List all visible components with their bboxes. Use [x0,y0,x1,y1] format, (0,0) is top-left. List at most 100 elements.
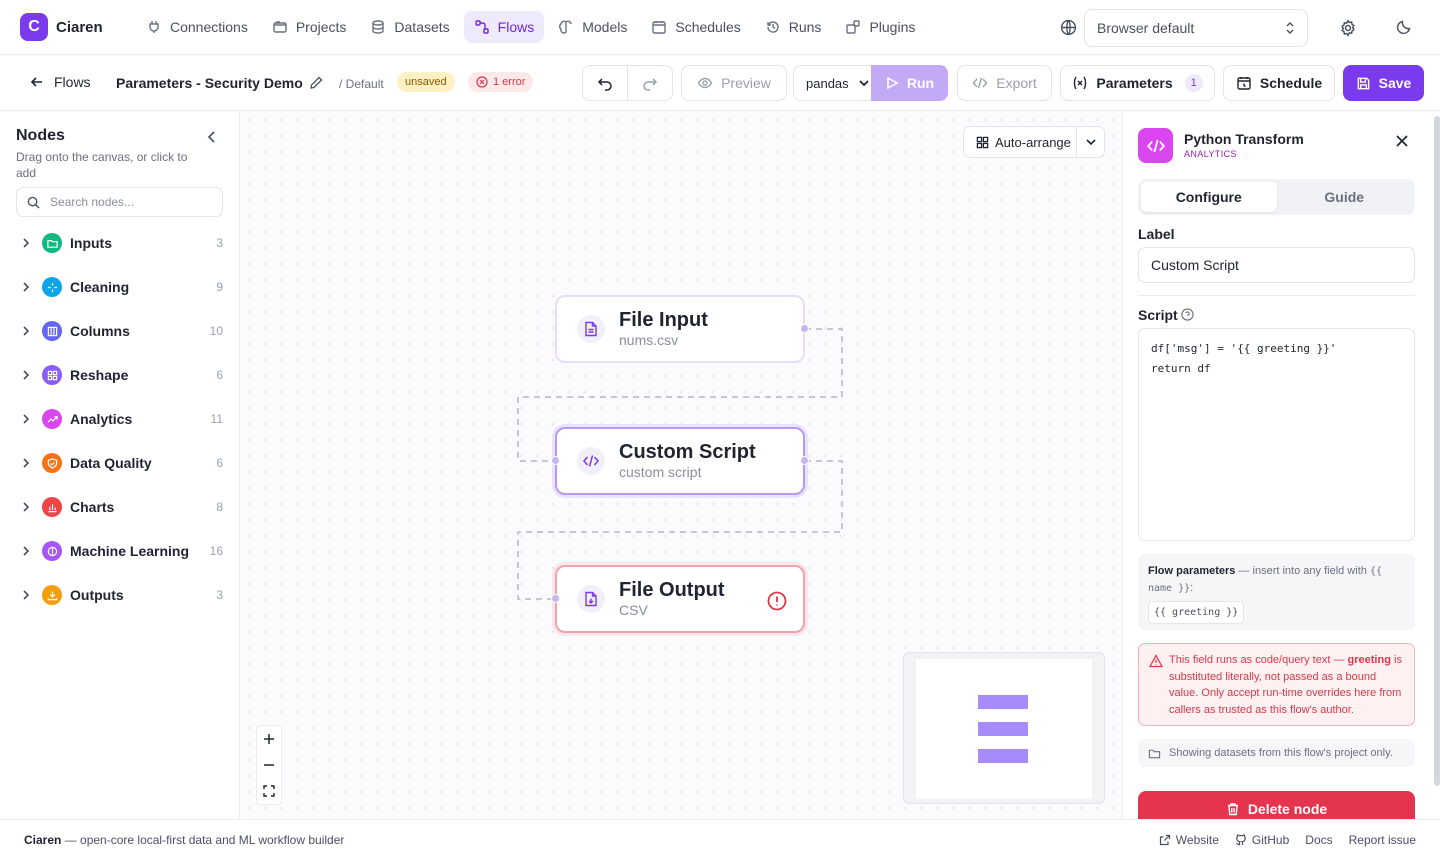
delete-node-button[interactable]: Delete node [1138,791,1415,819]
preview-button[interactable]: Preview [681,65,787,101]
help-circle-icon[interactable] [1181,308,1194,321]
output-handle[interactable] [800,456,809,465]
label-caption: Label [1138,226,1175,242]
footer-link-github[interactable]: GitHub [1235,833,1289,847]
moon-icon[interactable] [1396,19,1412,35]
arrow-left-icon [30,77,42,87]
auto-arrange-dropdown[interactable] [1076,127,1104,157]
category-data-quality[interactable]: Data Quality 6 [16,448,223,478]
run-button[interactable]: Run [871,65,948,101]
sidebar-title: Nodes [16,127,65,144]
minimap[interactable] [903,652,1105,804]
category-count: 6 [216,368,223,382]
footer-link-docs[interactable]: Docs [1305,833,1332,847]
label-input[interactable] [1151,257,1401,273]
flow-canvas[interactable]: Auto-arrange File Input nums.csv Custom … [241,112,1121,819]
tab-guide[interactable]: Guide [1277,182,1413,212]
undo-button[interactable] [583,66,628,100]
zoom-out-button[interactable] [257,752,281,778]
node-file-input[interactable]: File Input nums.csv [555,295,805,363]
category-machine-learning[interactable]: Machine Learning 16 [16,536,223,566]
datasets-scope-note: Showing datasets from this flow's projec… [1138,739,1415,767]
tab-configure[interactable]: Configure [1141,182,1277,212]
nav-label: Schedules [675,19,741,35]
parameter-chip[interactable]: {{ greeting }} [1148,601,1245,624]
scrollbar-thumb[interactable] [1434,116,1440,786]
node-search[interactable] [16,187,223,217]
category-label: Cleaning [70,279,130,295]
nav-flows[interactable]: Flows [463,11,545,43]
category-analytics[interactable]: Analytics 11 [16,404,223,434]
category-label: Reshape [70,367,129,383]
footer-link-report-issue[interactable]: Report issue [1349,833,1416,847]
locale-select[interactable]: Browser default [1084,9,1308,47]
node-subtitle: CSV [619,602,648,618]
nav-models[interactable]: Models [548,11,637,43]
category-outputs[interactable]: Outputs 3 [16,580,223,610]
category-count: 3 [216,236,223,250]
engine-select[interactable]: pandas [793,65,871,101]
category-charts[interactable]: Charts 8 [16,492,223,522]
category-columns[interactable]: Columns 10 [16,316,223,346]
minimap-viewport [916,659,1092,799]
schedule-label: Schedule [1259,75,1323,91]
chevron-right-icon [23,370,30,380]
category-reshape[interactable]: Reshape 6 [16,360,223,390]
footer-link-label: Website [1175,833,1219,847]
params-colon: : [1190,582,1194,594]
gear-icon[interactable] [1339,19,1357,37]
chevron-left-icon[interactable] [205,130,219,144]
input-handle[interactable] [551,456,560,465]
sparkles-icon [42,277,62,297]
shield-check-icon [42,453,62,473]
footer-brand: Ciaren [24,833,62,847]
save-button[interactable]: Save [1343,65,1424,101]
zoom-controls [256,725,282,805]
chevron-right-icon [23,590,30,600]
category-inputs[interactable]: Inputs 3 [16,228,223,258]
export-button[interactable]: Export [957,65,1052,101]
back-label: Flows [54,74,91,90]
brain-icon [42,541,62,561]
zoom-in-button[interactable] [257,726,281,752]
node-subtitle: custom script [619,464,702,480]
schedule-button[interactable]: Schedule [1223,65,1335,101]
trending-up-icon [42,409,62,429]
inspector-scrollbar[interactable] [1434,112,1440,787]
back-to-flows[interactable]: Flows [30,74,91,90]
redo-button[interactable] [628,66,672,100]
auto-arrange-label: Auto-arrange [995,134,1071,150]
node-search-input[interactable] [50,195,210,209]
bar-chart-icon [42,497,62,517]
nav-projects[interactable]: Projects [262,11,357,43]
label-field[interactable] [1138,247,1415,283]
close-icon[interactable] [1395,134,1409,148]
plug-icon [149,21,159,33]
input-handle[interactable] [551,594,560,603]
script-editor[interactable]: df['msg'] = '{{ greeting }}' return df [1138,328,1415,541]
flow-toolbar: Flows Parameters - Security Demo / Defau… [0,56,1440,111]
error-badge[interactable]: 1 error [468,72,534,92]
code-icon [1138,128,1173,163]
fit-view-button[interactable] [257,778,281,804]
brand[interactable]: C Ciaren [20,13,136,41]
pencil-icon[interactable] [308,75,324,91]
category-cleaning[interactable]: Cleaning 9 [16,272,223,302]
alert-circle-icon[interactable] [767,591,787,611]
parameters-button[interactable]: Parameters 1 [1060,65,1215,101]
nav-runs[interactable]: Runs [755,11,832,43]
brand-logo: C [20,13,48,41]
nav-datasets[interactable]: Datasets [360,11,459,43]
auto-arrange-button[interactable]: Auto-arrange [964,127,1076,157]
nav-connections[interactable]: Connections [136,11,258,43]
nav-schedules[interactable]: Schedules [641,11,750,43]
chevron-right-icon [23,458,30,468]
node-custom-script[interactable]: Custom Script custom script [555,427,805,495]
node-file-output[interactable]: File Output CSV [555,565,805,633]
footer-link-website[interactable]: Website [1159,833,1219,847]
output-handle[interactable] [800,324,809,333]
category-count: 8 [216,500,223,514]
run-label: Run [906,75,935,91]
nav-plugins[interactable]: Plugins [835,11,925,43]
parameters-count: 1 [1184,74,1203,92]
